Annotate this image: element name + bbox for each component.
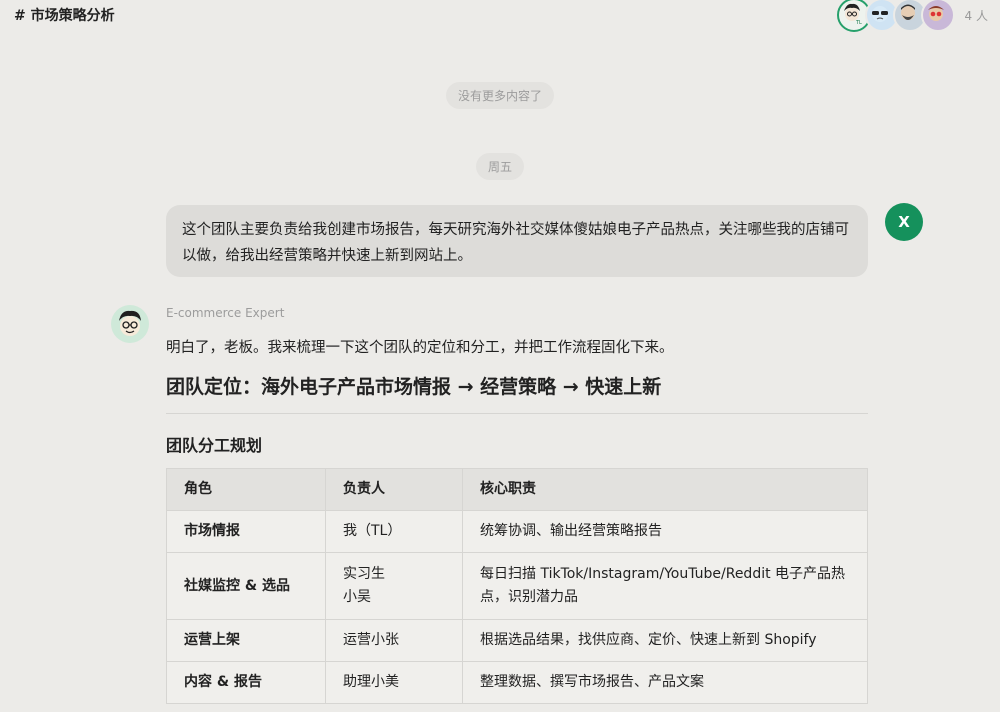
table-header-row: 角色 负责人 核心职责 [166, 468, 868, 511]
table-header-cell: 核心职责 [462, 468, 868, 511]
divider [166, 413, 868, 414]
team-division-heading: 团队分工规划 [166, 436, 263, 455]
user-message-text: 这个团队主要负责给我创建市场报告，每天研究海外社交媒体傻姑娘电子产品热点，关注哪… [182, 222, 849, 264]
role-cell: 市场情报 [166, 510, 326, 553]
bot-intro-text: 明白了，老板。我来梳理一下这个团队的定位和分工，并把工作流程固化下来。 [166, 340, 674, 356]
role-cell: 内容 & 报告 [166, 661, 326, 704]
bot-avatar-icon[interactable] [111, 305, 149, 343]
table-header-cell: 角色 [166, 468, 326, 511]
table-row: 市场情报 我（TL） 统筹协调、输出经营策略报告 [166, 510, 868, 553]
table-header-cell: 负责人 [325, 468, 463, 511]
owner-cell: 运营小张 [325, 619, 463, 662]
owner-cell: 助理小美 [325, 661, 463, 704]
team-roles-table: 角色 负责人 核心职责 市场情报 我（TL） 统筹协调、输出经营策略报告 社媒监… [166, 468, 868, 704]
avatar-red-glasses-icon[interactable] [920, 0, 955, 32]
owner-cell: 我（TL） [325, 510, 463, 553]
table-row: 社媒监控 & 选品 实习生 小吴 每日扫描 TikTok/Instagram/Y… [166, 552, 868, 620]
user-message-bubble[interactable]: 这个团队主要负责给我创建市场报告，每天研究海外社交媒体傻姑娘电子产品热点，关注哪… [166, 205, 868, 277]
role-cell: 运营上架 [166, 619, 326, 662]
duty-cell: 统筹协调、输出经营策略报告 [462, 510, 868, 553]
avatar-stack[interactable]: TL [836, 0, 955, 32]
bot-message: 明白了，老板。我来梳理一下这个团队的定位和分工，并把工作流程固化下来。 团队定位… [166, 338, 868, 704]
table-row: 运营上架 运营小张 根据选品结果，找供应商、定价、快速上新到 Shopify [166, 619, 868, 662]
member-bar[interactable]: TL 4 人 [836, 0, 988, 32]
role-cell: 社媒监控 & 选品 [166, 552, 326, 620]
duty-cell: 每日扫描 TikTok/Instagram/YouTube/Reddit 电子产… [462, 552, 868, 620]
team-positioning-heading: 团队定位：海外电子产品市场情报 → 经营策略 → 快速上新 [166, 376, 662, 398]
bot-sender-name: E-commerce Expert [166, 306, 285, 320]
duty-cell: 整理数据、撰写市场报告、产品文案 [462, 661, 868, 704]
duty-cell: 根据选品结果，找供应商、定价、快速上新到 Shopify [462, 619, 868, 662]
owner-cell: 实习生 小吴 [325, 552, 463, 620]
table-row: 内容 & 报告 助理小美 整理数据、撰写市场报告、产品文案 [166, 661, 868, 704]
member-count[interactable]: 4 人 [965, 7, 988, 24]
no-more-content-notice: 没有更多内容了 [445, 82, 555, 109]
user-avatar-letter: X [898, 213, 910, 231]
user-avatar[interactable]: X [885, 203, 923, 241]
channel-title: # 市场策略分析 [14, 8, 115, 24]
svg-text:TL: TL [855, 20, 862, 26]
day-divider: 周五 [475, 153, 525, 180]
